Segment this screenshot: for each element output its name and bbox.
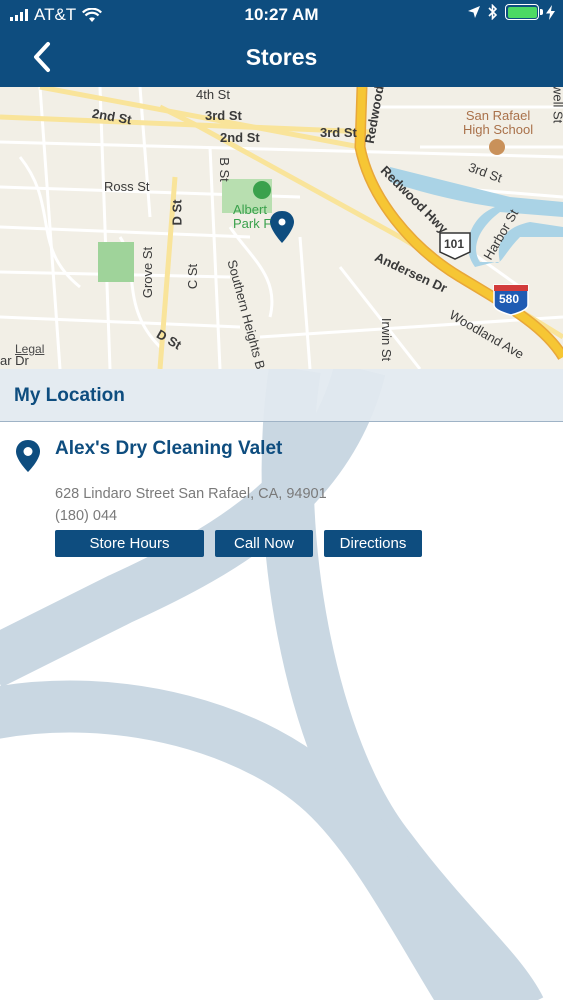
store-address: 628 Lindaro Street San Rafael, CA, 94901: [55, 486, 327, 502]
hwy-101-icon: 101: [444, 237, 465, 251]
section-header: My Location: [0, 369, 563, 422]
battery-icon: [505, 4, 543, 20]
hwy-580-icon: 580: [499, 292, 520, 306]
map-label: D St: [169, 199, 185, 226]
map-label: B St: [216, 157, 232, 182]
map-label: 2nd St: [220, 130, 260, 145]
background-decoration: [0, 369, 544, 1000]
section-title: My Location: [14, 385, 125, 406]
charging-bolt-icon: [546, 4, 555, 20]
directions-button[interactable]: Directions: [324, 530, 422, 557]
map-legal-link[interactable]: Legal: [15, 342, 44, 356]
map-label: Irwin St: [379, 317, 395, 362]
status-bar: AT&T 10:27 AM: [0, 0, 563, 30]
call-now-button[interactable]: Call Now: [215, 530, 313, 557]
bluetooth-icon: [488, 4, 498, 20]
location-arrow-icon: [468, 6, 480, 18]
store-phone: (180) 044: [55, 508, 118, 524]
store-map[interactable]: 4th St 2nd St 3rd St 2nd St 3rd St Redwo…: [0, 87, 563, 369]
map-label: San Rafael High School: [463, 108, 534, 137]
map-pin-icon: [16, 440, 40, 472]
map-label: 3rd St: [205, 108, 242, 123]
map-label: 3rd St: [320, 125, 357, 140]
store-hours-button[interactable]: Store Hours: [55, 530, 204, 557]
map-label: Grove St: [140, 246, 156, 299]
map-label: ewell St: [550, 87, 563, 124]
store-name: Alex's Dry Cleaning Valet: [55, 438, 283, 459]
map-label: C St: [185, 263, 201, 290]
page-title: Stores: [245, 44, 318, 70]
map-label: 4th St: [196, 87, 230, 102]
map-label: Albert Park F: [233, 202, 272, 231]
app-header: AT&T 10:27 AM Stores: [0, 0, 563, 87]
map-label: Ross St: [104, 179, 150, 194]
